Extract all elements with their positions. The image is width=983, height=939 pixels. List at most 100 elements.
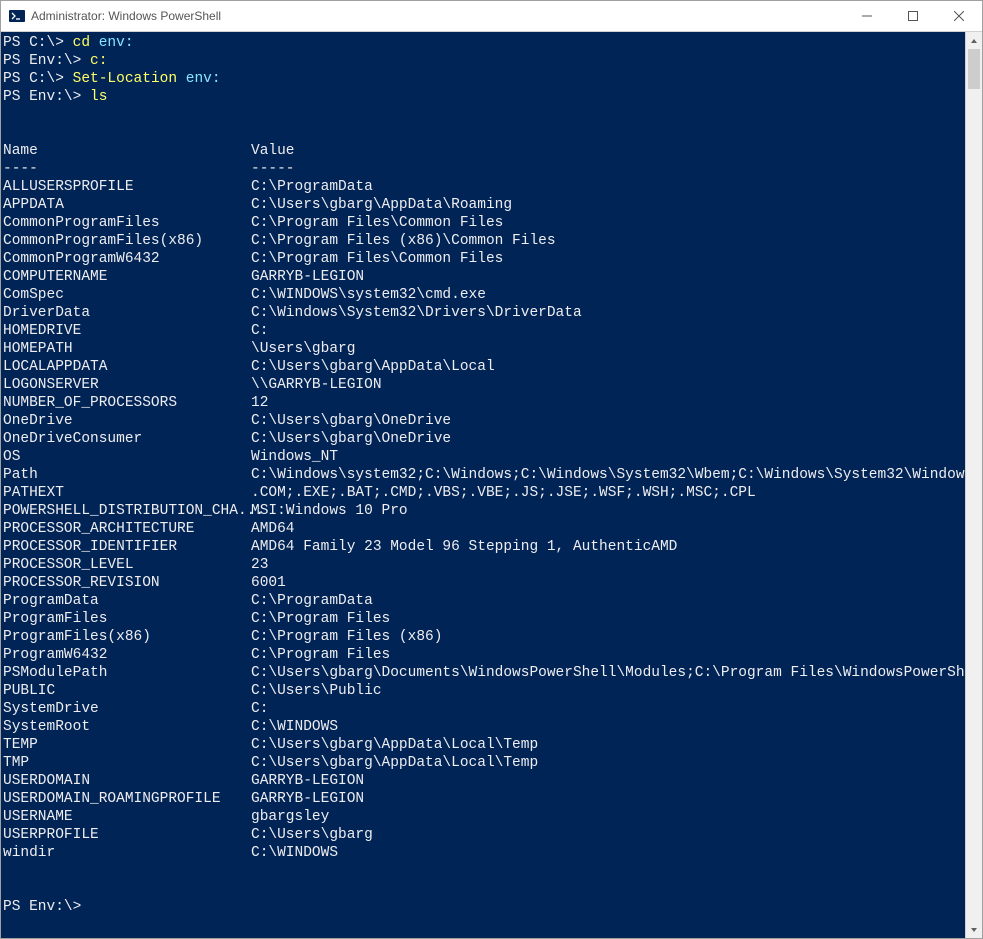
- env-value: C:\Users\gbarg\AppData\Local\Temp: [251, 754, 538, 772]
- env-value: AMD64 Family 23 Model 96 Stepping 1, Aut…: [251, 538, 677, 556]
- env-value: C:\Program Files: [251, 646, 390, 664]
- env-row: USERDOMAIN_ROAMINGPROFILEGARRYB-LEGION: [3, 790, 965, 808]
- env-row: OneDriveC:\Users\gbarg\OneDrive: [3, 412, 965, 430]
- env-row: PSModulePathC:\Users\gbarg\Documents\Win…: [3, 664, 965, 682]
- env-name: HOMEPATH: [3, 340, 251, 358]
- maximize-button[interactable]: [890, 1, 936, 31]
- env-name: PROCESSOR_ARCHITECTURE: [3, 520, 251, 538]
- command-keyword: Set-Location: [73, 71, 186, 87]
- vertical-scrollbar[interactable]: [965, 32, 982, 938]
- env-name: POWERSHELL_DISTRIBUTION_CHA...: [3, 502, 251, 520]
- env-row: ProgramW6432C:\Program Files: [3, 646, 965, 664]
- scroll-up-button[interactable]: [966, 32, 982, 49]
- env-row: PUBLICC:\Users\Public: [3, 682, 965, 700]
- minimize-button[interactable]: [844, 1, 890, 31]
- env-row: SystemRootC:\WINDOWS: [3, 718, 965, 736]
- env-name: USERDOMAIN_ROAMINGPROFILE: [3, 790, 251, 808]
- env-name: OneDriveConsumer: [3, 430, 251, 448]
- env-name: PROCESSOR_REVISION: [3, 574, 251, 592]
- env-row: ProgramFiles(x86)C:\Program Files (x86): [3, 628, 965, 646]
- separator: -----: [251, 160, 295, 178]
- console-output[interactable]: PS C:\> cd env:PS Env:\> c:PS C:\> Set-L…: [1, 32, 965, 938]
- env-name: ProgramW6432: [3, 646, 251, 664]
- env-row: windirC:\WINDOWS: [3, 844, 965, 862]
- env-name: USERNAME: [3, 808, 251, 826]
- env-value: C:\Users\gbarg\AppData\Local: [251, 358, 495, 376]
- prompt: PS C:\>: [3, 71, 73, 87]
- command-keyword: cd: [73, 35, 99, 51]
- env-row: PathC:\Windows\system32;C:\Windows;C:\Wi…: [3, 466, 965, 484]
- env-row: SystemDriveC:: [3, 700, 965, 718]
- env-name: CommonProgramFiles: [3, 214, 251, 232]
- powershell-window: Administrator: Windows PowerShell PS C:\…: [0, 0, 983, 939]
- console-area: PS C:\> cd env:PS Env:\> c:PS C:\> Set-L…: [1, 32, 982, 938]
- env-value: GARRYB-LEGION: [251, 790, 364, 808]
- env-value: C:\Users\gbarg: [251, 826, 373, 844]
- env-value: C:\Users\gbarg\AppData\Local\Temp: [251, 736, 538, 754]
- env-value: \Users\gbarg: [251, 340, 355, 358]
- env-row: ALLUSERSPROFILEC:\ProgramData: [3, 178, 965, 196]
- env-name: ALLUSERSPROFILE: [3, 178, 251, 196]
- env-row: LOCALAPPDATAC:\Users\gbarg\AppData\Local: [3, 358, 965, 376]
- prompt: PS Env:\>: [3, 53, 90, 69]
- close-button[interactable]: [936, 1, 982, 31]
- env-name: NUMBER_OF_PROCESSORS: [3, 394, 251, 412]
- env-row: PROCESSOR_LEVEL23: [3, 556, 965, 574]
- env-name: OS: [3, 448, 251, 466]
- env-row: PATHEXT.COM;.EXE;.BAT;.CMD;.VBS;.VBE;.JS…: [3, 484, 965, 502]
- env-row: POWERSHELL_DISTRIBUTION_CHA...MSI:Window…: [3, 502, 965, 520]
- env-value: \\GARRYB-LEGION: [251, 376, 382, 394]
- env-row: TMPC:\Users\gbarg\AppData\Local\Temp: [3, 754, 965, 772]
- env-name: ProgramData: [3, 592, 251, 610]
- env-value: C:\ProgramData: [251, 178, 373, 196]
- env-row: PROCESSOR_IDENTIFIERAMD64 Family 23 Mode…: [3, 538, 965, 556]
- env-row: DriverDataC:\Windows\System32\Drivers\Dr…: [3, 304, 965, 322]
- env-row: HOMEPATH\Users\gbarg: [3, 340, 965, 358]
- env-name: PATHEXT: [3, 484, 251, 502]
- window-controls: [844, 1, 982, 31]
- env-name: USERDOMAIN: [3, 772, 251, 790]
- env-row: CommonProgramFiles(x86)C:\Program Files …: [3, 232, 965, 250]
- env-value: gbargsley: [251, 808, 329, 826]
- env-value: C:\Users\gbarg\OneDrive: [251, 430, 451, 448]
- env-name: LOCALAPPDATA: [3, 358, 251, 376]
- env-name: HOMEDRIVE: [3, 322, 251, 340]
- scroll-track[interactable]: [966, 49, 982, 921]
- command-line: PS C:\> Set-Location env:: [3, 70, 965, 88]
- env-name: OneDrive: [3, 412, 251, 430]
- env-value: C:\Users\Public: [251, 682, 382, 700]
- env-row: ProgramDataC:\ProgramData: [3, 592, 965, 610]
- final-prompt: PS Env:\>: [3, 898, 965, 916]
- header-name: Name: [3, 142, 251, 160]
- env-row: ComSpecC:\WINDOWS\system32\cmd.exe: [3, 286, 965, 304]
- env-name: LOGONSERVER: [3, 376, 251, 394]
- env-row: CommonProgramFilesC:\Program Files\Commo…: [3, 214, 965, 232]
- separator: ----: [3, 160, 251, 178]
- scroll-thumb[interactable]: [968, 49, 980, 89]
- env-value: C:\Program Files\Common Files: [251, 250, 503, 268]
- env-value: C:\WINDOWS: [251, 844, 338, 862]
- env-name: TMP: [3, 754, 251, 772]
- prompt: PS C:\>: [3, 35, 73, 51]
- command-argument: env:: [186, 71, 221, 87]
- env-row: USERPROFILEC:\Users\gbarg: [3, 826, 965, 844]
- env-name: ProgramFiles(x86): [3, 628, 251, 646]
- env-value: C:\Users\gbarg\OneDrive: [251, 412, 451, 430]
- env-value: 6001: [251, 574, 286, 592]
- env-row: USERDOMAINGARRYB-LEGION: [3, 772, 965, 790]
- env-name: PSModulePath: [3, 664, 251, 682]
- env-row: USERNAMEgbargsley: [3, 808, 965, 826]
- env-name: CommonProgramW6432: [3, 250, 251, 268]
- env-name: USERPROFILE: [3, 826, 251, 844]
- titlebar[interactable]: Administrator: Windows PowerShell: [1, 1, 982, 32]
- env-row: TEMPC:\Users\gbarg\AppData\Local\Temp: [3, 736, 965, 754]
- env-value: AMD64: [251, 520, 295, 538]
- env-value: C:\Windows\system32;C:\Windows;C:\Window…: [251, 466, 965, 484]
- command-keyword: ls: [90, 89, 107, 105]
- env-value: 23: [251, 556, 268, 574]
- header-separator: ---------: [3, 160, 965, 178]
- env-value: C:\WINDOWS: [251, 718, 338, 736]
- env-value: C:\ProgramData: [251, 592, 373, 610]
- scroll-down-button[interactable]: [966, 921, 982, 938]
- env-name: COMPUTERNAME: [3, 268, 251, 286]
